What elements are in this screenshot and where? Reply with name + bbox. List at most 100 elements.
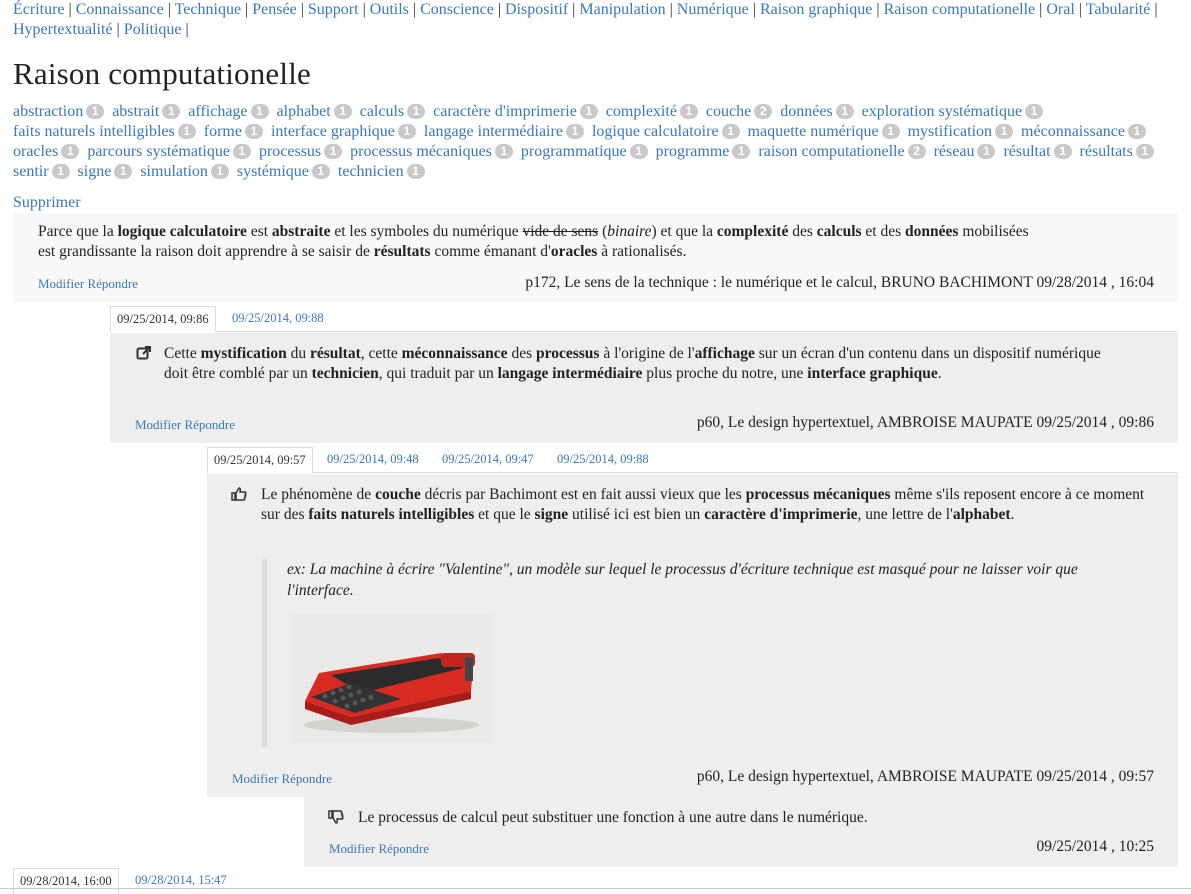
nav-item[interactable]: Outils	[370, 1, 409, 18]
tag-link[interactable]: calculs	[360, 103, 404, 120]
tag-link[interactable]: résultat	[1003, 143, 1050, 160]
tag-count-badge: 1	[232, 144, 251, 159]
nav-item[interactable]: Raison computationelle	[884, 1, 1036, 18]
tag-item: faits naturels intelligibles 1	[13, 123, 196, 140]
tag-link[interactable]: données	[780, 103, 832, 120]
tag-link[interactable]: processus mécaniques	[350, 143, 492, 160]
tag-item: langage intermédiaire 1	[424, 123, 584, 140]
tag-link[interactable]: méconnaissance	[1021, 123, 1125, 140]
nav-separator: |	[245, 1, 249, 18]
nav-item[interactable]: Raison graphique	[760, 1, 872, 18]
nav-item[interactable]: Politique	[124, 21, 182, 38]
tag-link[interactable]: maquette numérique	[748, 123, 879, 140]
tag-count-badge: 1	[250, 104, 269, 119]
comment-text: Parce que la logique calculatoire est ab…	[38, 223, 1029, 260]
tag-link[interactable]: parcours systématique	[87, 143, 230, 160]
nav-item[interactable]: Numérique	[677, 1, 749, 18]
tag-link[interactable]: exploration systématique	[862, 103, 1022, 120]
tag-item: mystification 1	[908, 123, 1014, 140]
tag-link[interactable]: programmatique	[521, 143, 627, 160]
tag-link[interactable]: réseau	[934, 143, 975, 160]
modifier-link[interactable]: Modifier	[38, 276, 84, 291]
tag-count-badge: 1	[162, 104, 181, 119]
tag-item: oracles 1	[13, 143, 80, 160]
tag-link[interactable]: faits naturels intelligibles	[13, 123, 175, 140]
tag-link[interactable]: résultats	[1080, 143, 1133, 160]
tag-link[interactable]: simulation	[140, 163, 208, 180]
tag-link[interactable]: systémique	[237, 163, 309, 180]
tab-date[interactable]: 09/25/2014, 09:88	[226, 306, 330, 331]
tag-item: données 1	[780, 103, 854, 120]
nav-item[interactable]: Manipulation	[579, 1, 665, 18]
tag-link[interactable]: mystification	[908, 123, 992, 140]
tag-item: résultat 1	[1003, 143, 1072, 160]
tag-item: couche 2	[706, 103, 773, 120]
tag-link[interactable]: abstraction	[13, 103, 83, 120]
tag-count-badge: 1	[311, 164, 330, 179]
tag-count-badge: 1	[1053, 144, 1072, 159]
repondre-link[interactable]: Répondre	[184, 417, 235, 432]
tag-link[interactable]: abstrait	[112, 103, 159, 120]
tag-count-badge: 1	[995, 124, 1014, 139]
tag-item: systémique 1	[237, 163, 330, 180]
repondre-link[interactable]: Répondre	[87, 276, 138, 291]
tab-date[interactable]: 09/28/2014, 15:47	[129, 868, 233, 893]
tag-item: interface graphique 1	[271, 123, 416, 140]
tag-link[interactable]: alphabet	[277, 103, 331, 120]
tag-item: logique calculatoire 1	[592, 123, 740, 140]
tag-count-badge: 1	[721, 124, 740, 139]
tag-count-badge: 2	[754, 104, 773, 119]
tab-date[interactable]: 09/25/2014, 09:86	[110, 306, 216, 332]
tag-link[interactable]: signe	[78, 163, 112, 180]
tab-date[interactable]: 09/25/2014, 09:48	[321, 447, 425, 472]
nav-item[interactable]: Technique	[175, 1, 241, 18]
repondre-link[interactable]: Répondre	[378, 841, 429, 856]
tag-link[interactable]: forme	[204, 123, 242, 140]
comment-text: Cette mystification du résultat, cette m…	[164, 345, 1101, 382]
modifier-link[interactable]: Modifier	[232, 771, 278, 786]
tag-link[interactable]: caractère d'imprimerie	[433, 103, 577, 120]
tag-link[interactable]: raison computationelle	[758, 143, 904, 160]
tag-item: programmatique 1	[521, 143, 648, 160]
repondre-link[interactable]: Répondre	[281, 771, 332, 786]
nav-item[interactable]: Dispositif	[505, 1, 568, 18]
tag-item: signe 1	[78, 163, 133, 180]
tab-date[interactable]: 09/28/2014, 16:00	[13, 868, 119, 894]
nav-item[interactable]: Pensée	[252, 1, 296, 18]
delete-link[interactable]: Supprimer	[13, 194, 81, 212]
nav-separator: |	[1078, 1, 1082, 18]
tag-link[interactable]: interface graphique	[271, 123, 395, 140]
comment-card: Cette mystification du résultat, cette m…	[110, 333, 1178, 443]
tag-item: programme 1	[656, 143, 751, 160]
modifier-link[interactable]: Modifier	[329, 841, 375, 856]
nav-item[interactable]: Oral	[1046, 1, 1074, 18]
tag-item: raison computationelle 2	[758, 143, 926, 160]
tag-link[interactable]: couche	[706, 103, 751, 120]
nav-item[interactable]: Écriture	[13, 1, 65, 18]
nav-item[interactable]: Connaissance	[76, 1, 164, 18]
tag-item: maquette numérique 1	[748, 123, 900, 140]
comment-text: Le processus de calcul peut substituer u…	[358, 809, 868, 826]
tab-date[interactable]: 09/25/2014, 09:88	[551, 447, 655, 472]
tag-link[interactable]: programme	[656, 143, 730, 160]
nav-separator: |	[412, 1, 417, 18]
tag-link[interactable]: technicien	[338, 163, 404, 180]
nav-item[interactable]: Hypertextualité	[13, 21, 113, 38]
nav-item[interactable]: Support	[308, 1, 359, 18]
tag-link[interactable]: oracles	[13, 143, 58, 160]
tab-date[interactable]: 09/25/2014, 09:57	[207, 447, 313, 473]
tag-link[interactable]: langage intermédiaire	[424, 123, 563, 140]
tab-date[interactable]: 09/25/2014, 09:47	[436, 447, 540, 472]
tag-link[interactable]: sentir	[13, 163, 49, 180]
tag-link[interactable]: processus	[259, 143, 321, 160]
tag-count-badge: 2	[907, 144, 926, 159]
tag-link[interactable]: complexité	[606, 103, 677, 120]
nav-item[interactable]: Conscience	[420, 1, 494, 18]
tag-item: méconnaissance 1	[1021, 123, 1146, 140]
tag-count-badge: 1	[51, 164, 70, 179]
tag-link[interactable]: affichage	[188, 103, 247, 120]
nav-item[interactable]: Tabularité	[1086, 1, 1151, 18]
tag-item: exploration systématique 1	[862, 103, 1044, 120]
tag-link[interactable]: logique calculatoire	[592, 123, 719, 140]
modifier-link[interactable]: Modifier	[135, 417, 181, 432]
